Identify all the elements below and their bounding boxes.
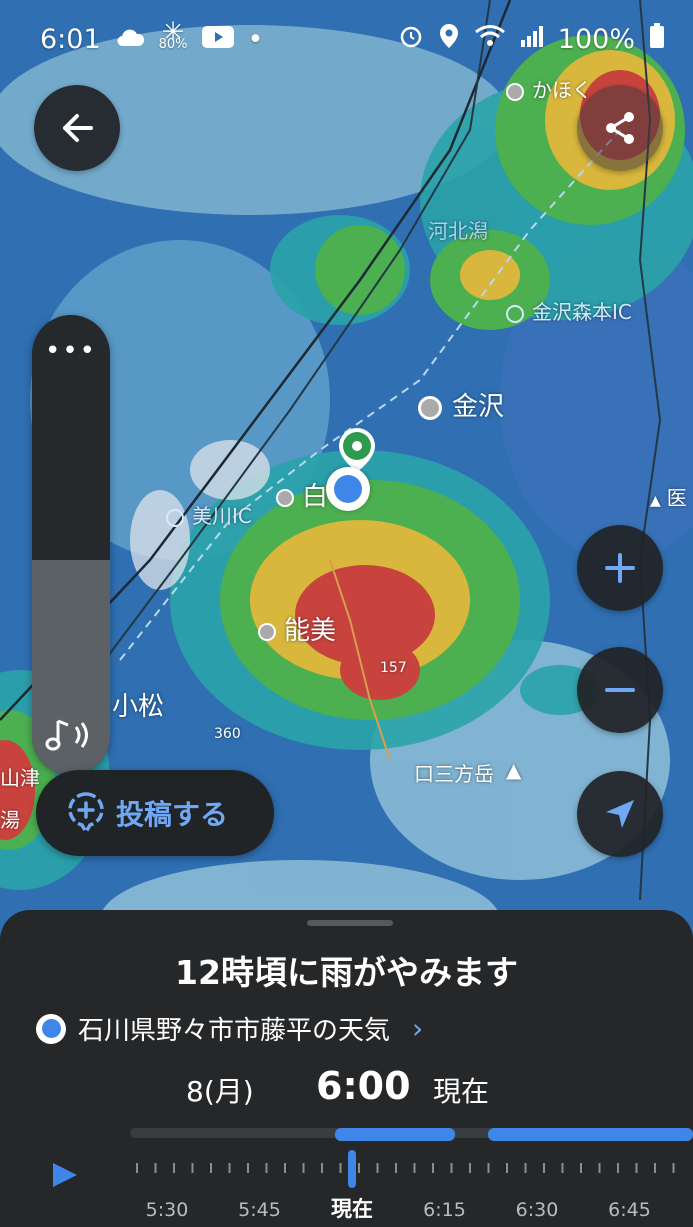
battery-pct: 100% [557,23,635,55]
timeline-tick-label: 5:30 [146,1199,189,1221]
status-left: 6:01 ✳ 80% • [40,17,264,55]
timeline-tick-label: 6:45 [608,1199,651,1221]
zoom-in-button[interactable] [577,525,663,611]
weather-pct: 80% [158,37,188,52]
cloud-icon [115,24,145,55]
location-icon [438,23,460,56]
timeline-tick-label: 現在 [331,1197,373,1221]
signal-icon [520,24,544,55]
navigation-arrow-icon [606,800,634,828]
my-location-button[interactable] [577,771,663,857]
layer-slider[interactable]: ••• [32,315,110,775]
timeline-current-marker[interactable] [348,1150,356,1188]
now-label: 現在 [433,1075,490,1108]
post-button-label: 投稿する [116,798,229,831]
current-location-dot [326,467,370,511]
post-bubble-icon [68,792,104,835]
mountain-icon: ▲ [506,758,522,782]
timeline-forecast-segment [488,1128,693,1141]
zoom-out-button[interactable] [577,647,663,733]
location-link[interactable]: 石川県野々市市藤平の天気 › [36,1010,423,1047]
weather-icon: ✳ 80% [158,17,188,52]
clock: 6:01 [40,23,101,55]
map-label-yu: 湯 [0,808,20,832]
timeline-tick-label: 5:45 [238,1199,281,1221]
map-label-mikawa-ic: 美川IC [166,500,252,529]
more-options-icon[interactable]: ••• [32,338,110,364]
status-right: 100% [398,22,665,56]
mountain-icon: ▲ [650,493,661,509]
play-icon [53,1163,77,1187]
minus-icon [605,688,635,692]
map-label-nomi: 能美 [258,610,336,647]
dot-icon: • [247,23,264,55]
map-label-haku: 白 [276,476,328,513]
map-label-kanazawa: 金沢 [418,386,504,423]
rain-forecast-text: 12時頃に雨がやみます [175,953,518,992]
share-icon [606,112,634,144]
route-360-label: 360 [214,726,241,742]
map-label-morimoto-ic: 金沢森本IC [506,296,632,325]
share-button[interactable] [577,85,663,171]
map-label-kahokugata: 河北潟 [428,219,488,243]
music-note-icon[interactable] [44,713,96,761]
status-bar: 6:01 ✳ 80% • 100% [0,0,693,78]
post-button[interactable]: 投稿する [36,770,274,856]
date-label: 8(月) [186,1075,254,1108]
arrow-left-icon [63,114,93,142]
timeline-scrubber[interactable]: 5:305:45現在6:156:306:456:5 [120,1120,693,1227]
map-label-komatsu: 小松 [112,692,165,722]
timeline-tick-label: 6:15 [423,1199,466,1221]
map-label-sanpodake: 口三方岳 [414,762,494,786]
map-label-kahoku: かほく [506,74,592,103]
chevron-right-icon: › [412,1012,424,1045]
forecast-sheet[interactable]: 12時頃に雨がやみます 石川県野々市市藤平の天気 › 8(月) 6:00 現在 … [0,910,693,1227]
sheet-drag-handle[interactable] [307,920,393,926]
plus-icon [605,553,635,583]
route-157-label: 157 [380,660,407,676]
back-button[interactable] [34,85,120,171]
location-name: 石川県野々市市藤平の天気 [78,1016,391,1046]
youtube-icon [201,24,234,55]
play-button[interactable] [32,1143,96,1207]
wifi-icon [474,24,506,55]
location-dot-icon [36,1013,66,1044]
alarm-icon [398,23,424,56]
timeline-radar-segment [335,1128,455,1141]
battery-icon [649,22,665,56]
timeline-tick-label: 6:30 [516,1199,559,1221]
time-label: 6:00 [316,1064,411,1108]
map-label-i: ▲ 医 [650,486,687,510]
